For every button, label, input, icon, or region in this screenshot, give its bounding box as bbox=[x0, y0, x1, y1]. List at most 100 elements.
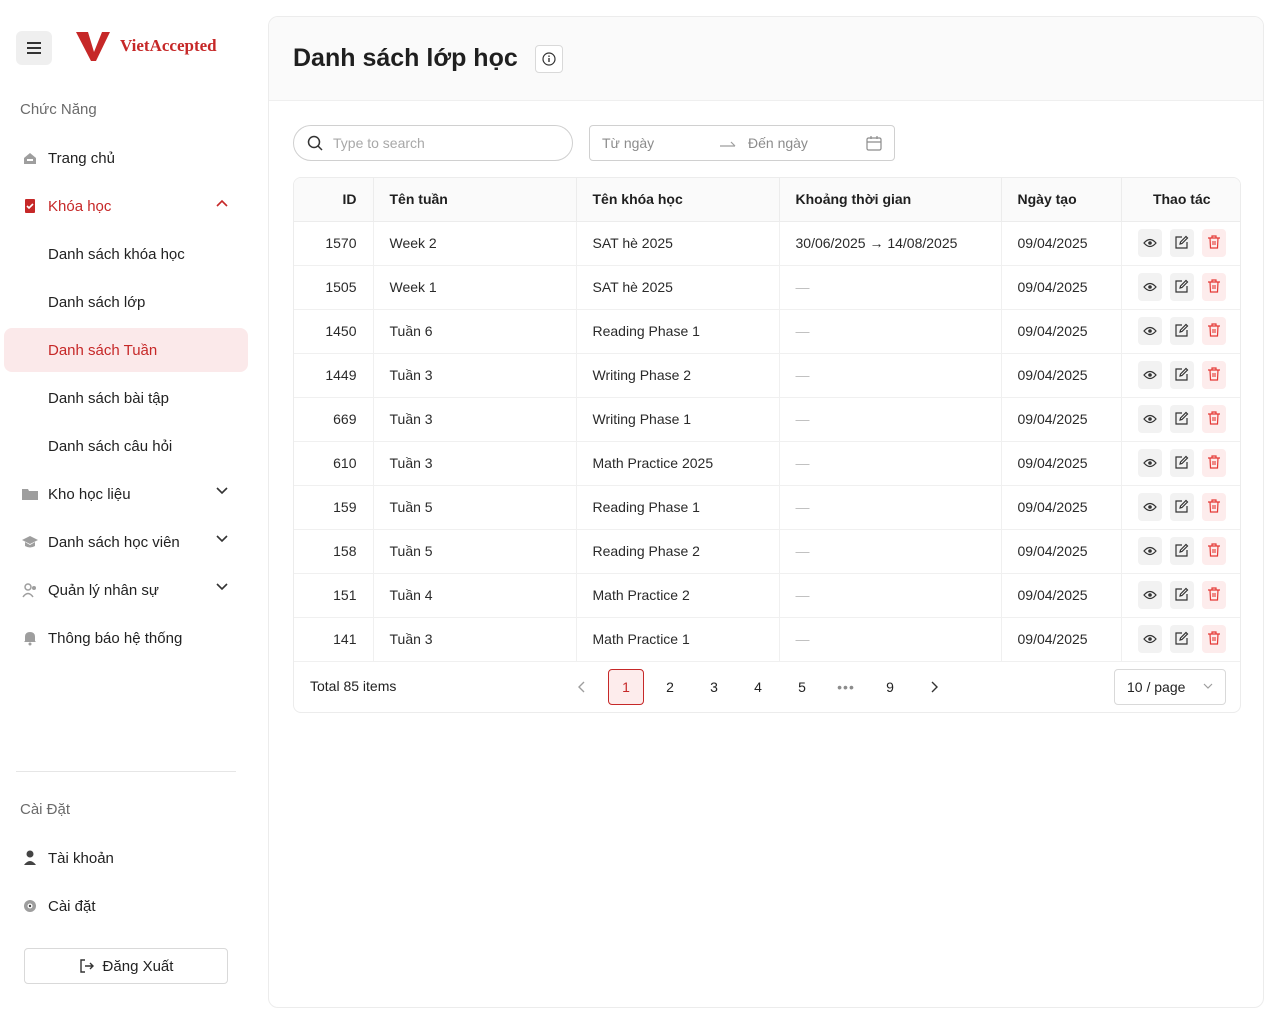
search-box[interactable] bbox=[293, 125, 573, 161]
cell-created: 09/04/2025 bbox=[1001, 485, 1122, 530]
sidebar-item-exercise-list[interactable]: Danh sách bài tập bbox=[4, 376, 248, 420]
menu-toggle-button[interactable] bbox=[16, 31, 52, 65]
table-row[interactable]: 1449 Tuần 3 Writing Phase 2—09/04/2025 bbox=[294, 353, 1240, 398]
cell-actions bbox=[1121, 573, 1240, 618]
chevron-down-icon bbox=[216, 487, 228, 495]
edit-button[interactable] bbox=[1169, 229, 1194, 257]
delete-button[interactable] bbox=[1201, 361, 1227, 389]
pagination: 1 2 3 4 5 ••• 9 bbox=[564, 669, 952, 705]
sidebar-divider bbox=[16, 771, 236, 772]
table-row[interactable]: 610 Tuần 3 Math Practice 2025—09/04/2025 bbox=[294, 441, 1240, 486]
sidebar-item-week-list[interactable]: Danh sách Tuần bbox=[4, 328, 248, 372]
sidebar-item-materials[interactable]: Kho học liệu bbox=[4, 472, 248, 516]
page-button-3[interactable]: 3 bbox=[696, 669, 732, 705]
view-button[interactable] bbox=[1137, 273, 1162, 301]
edit-button[interactable] bbox=[1169, 581, 1194, 609]
edit-button[interactable] bbox=[1169, 405, 1194, 433]
page-button-4[interactable]: 4 bbox=[740, 669, 776, 705]
sidebar-item-courses[interactable]: Khóa học bbox=[4, 184, 248, 228]
edit-button[interactable] bbox=[1169, 449, 1194, 477]
sidebar-item-course-list[interactable]: Danh sách khóa học bbox=[4, 232, 248, 276]
trash-icon bbox=[1207, 542, 1220, 560]
cell-created: 09/04/2025 bbox=[1001, 221, 1122, 266]
delete-button[interactable] bbox=[1201, 581, 1227, 609]
table-row[interactable]: 158 Tuần 5 Reading Phase 2—09/04/2025 bbox=[294, 529, 1240, 574]
view-button[interactable] bbox=[1137, 581, 1162, 609]
cell-week: Tuần 6 bbox=[373, 309, 577, 354]
table-row[interactable]: 159 Tuần 5 Reading Phase 1—09/04/2025 bbox=[294, 485, 1240, 530]
sidebar-item-staff[interactable]: Quản lý nhân sự bbox=[4, 568, 248, 612]
col-header-period[interactable]: Khoảng thời gian bbox=[779, 178, 1002, 222]
weeks-table: ID Tên tuần Tên khóa học Khoảng thời gia… bbox=[293, 177, 1241, 713]
sidebar-item-label: Danh sách bài tập bbox=[48, 389, 169, 407]
delete-button[interactable] bbox=[1201, 405, 1227, 433]
delete-button[interactable] bbox=[1201, 537, 1227, 565]
edit-button[interactable] bbox=[1169, 625, 1194, 653]
view-button[interactable] bbox=[1137, 317, 1162, 345]
edit-button[interactable] bbox=[1169, 537, 1194, 565]
col-header-id[interactable]: ID bbox=[294, 178, 374, 222]
date-range-picker[interactable]: Từ ngày Đến ngày bbox=[589, 125, 895, 161]
page-button-9[interactable]: 9 bbox=[872, 669, 908, 705]
sidebar-item-account[interactable]: Tài khoản bbox=[4, 836, 248, 880]
cell-course: Reading Phase 1 bbox=[576, 309, 780, 354]
view-button[interactable] bbox=[1137, 493, 1162, 521]
table-row[interactable]: 669 Tuần 3 Writing Phase 1—09/04/2025 bbox=[294, 397, 1240, 442]
sidebar-item-settings[interactable]: Cài đặt bbox=[4, 884, 248, 928]
sidebar-item-home[interactable]: Trang chủ bbox=[4, 136, 248, 180]
sidebar-item-question-list[interactable]: Danh sách câu hỏi bbox=[4, 424, 248, 468]
delete-button[interactable] bbox=[1201, 625, 1227, 653]
sidebar-item-students[interactable]: Danh sách học viên bbox=[4, 520, 248, 564]
eye-icon bbox=[1142, 499, 1157, 515]
date-to-field[interactable]: Đến ngày bbox=[748, 135, 866, 151]
info-button[interactable] bbox=[534, 44, 563, 73]
sidebar-item-notifications[interactable]: Thông báo hệ thống bbox=[4, 616, 248, 660]
delete-button[interactable] bbox=[1201, 493, 1227, 521]
sidebar-item-label: Trang chủ bbox=[48, 149, 115, 167]
edit-button[interactable] bbox=[1169, 361, 1194, 389]
view-button[interactable] bbox=[1137, 229, 1162, 257]
edit-button[interactable] bbox=[1169, 317, 1194, 345]
cell-period: 30/06/2025 → 14/08/2025 bbox=[779, 221, 1002, 266]
view-button[interactable] bbox=[1137, 361, 1162, 389]
table-row[interactable]: 1505 Week 1 SAT hè 2025—09/04/2025 bbox=[294, 265, 1240, 310]
view-button[interactable] bbox=[1137, 537, 1162, 565]
page-button-2[interactable]: 2 bbox=[652, 669, 688, 705]
view-button[interactable] bbox=[1137, 405, 1162, 433]
table-row[interactable]: 141 Tuần 3 Math Practice 1—09/04/2025 bbox=[294, 617, 1240, 662]
page-button-1[interactable]: 1 bbox=[608, 669, 644, 705]
edit-button[interactable] bbox=[1169, 493, 1194, 521]
cell-id: 158 bbox=[294, 529, 374, 574]
view-button[interactable] bbox=[1137, 625, 1162, 653]
logout-button[interactable]: Đăng Xuất bbox=[24, 948, 228, 984]
cell-course: SAT hè 2025 bbox=[576, 265, 780, 310]
prev-page-button[interactable] bbox=[564, 669, 600, 705]
edit-icon bbox=[1175, 543, 1189, 560]
edit-button[interactable] bbox=[1169, 273, 1194, 301]
col-header-course[interactable]: Tên khóa học bbox=[576, 178, 780, 222]
delete-button[interactable] bbox=[1201, 229, 1227, 257]
delete-button[interactable] bbox=[1201, 317, 1227, 345]
book-icon bbox=[22, 198, 38, 214]
page-button-5[interactable]: 5 bbox=[784, 669, 820, 705]
cell-week: Tuần 5 bbox=[373, 485, 577, 530]
delete-button[interactable] bbox=[1201, 273, 1227, 301]
table-row[interactable]: 1570 Week 2 SAT hè 2025 30/06/2025 → 14/08/… bbox=[294, 221, 1240, 266]
sidebar-item-class-list[interactable]: Danh sách lớp bbox=[4, 280, 248, 324]
page-size-select[interactable]: 10 / page bbox=[1114, 669, 1226, 705]
table-row[interactable]: 151 Tuần 4 Math Practice 2—09/04/2025 bbox=[294, 573, 1240, 618]
table-row[interactable]: 1450 Tuần 6 Reading Phase 1—09/04/2025 bbox=[294, 309, 1240, 354]
bell-icon bbox=[22, 630, 38, 646]
page-ellipsis[interactable]: ••• bbox=[828, 669, 864, 705]
trash-icon bbox=[1207, 498, 1220, 516]
delete-button[interactable] bbox=[1201, 449, 1227, 477]
view-button[interactable] bbox=[1137, 449, 1162, 477]
brand-logo[interactable]: VietAccepted bbox=[76, 30, 217, 62]
sidebar-item-label: Danh sách câu hỏi bbox=[48, 437, 173, 455]
date-from-field[interactable]: Từ ngày bbox=[602, 135, 720, 151]
next-page-button[interactable] bbox=[916, 669, 952, 705]
col-header-created[interactable]: Ngày tạo bbox=[1001, 178, 1122, 222]
search-input[interactable] bbox=[333, 135, 553, 151]
sidebar-item-label: Danh sách Tuần bbox=[48, 341, 158, 359]
col-header-week[interactable]: Tên tuần bbox=[373, 178, 577, 222]
